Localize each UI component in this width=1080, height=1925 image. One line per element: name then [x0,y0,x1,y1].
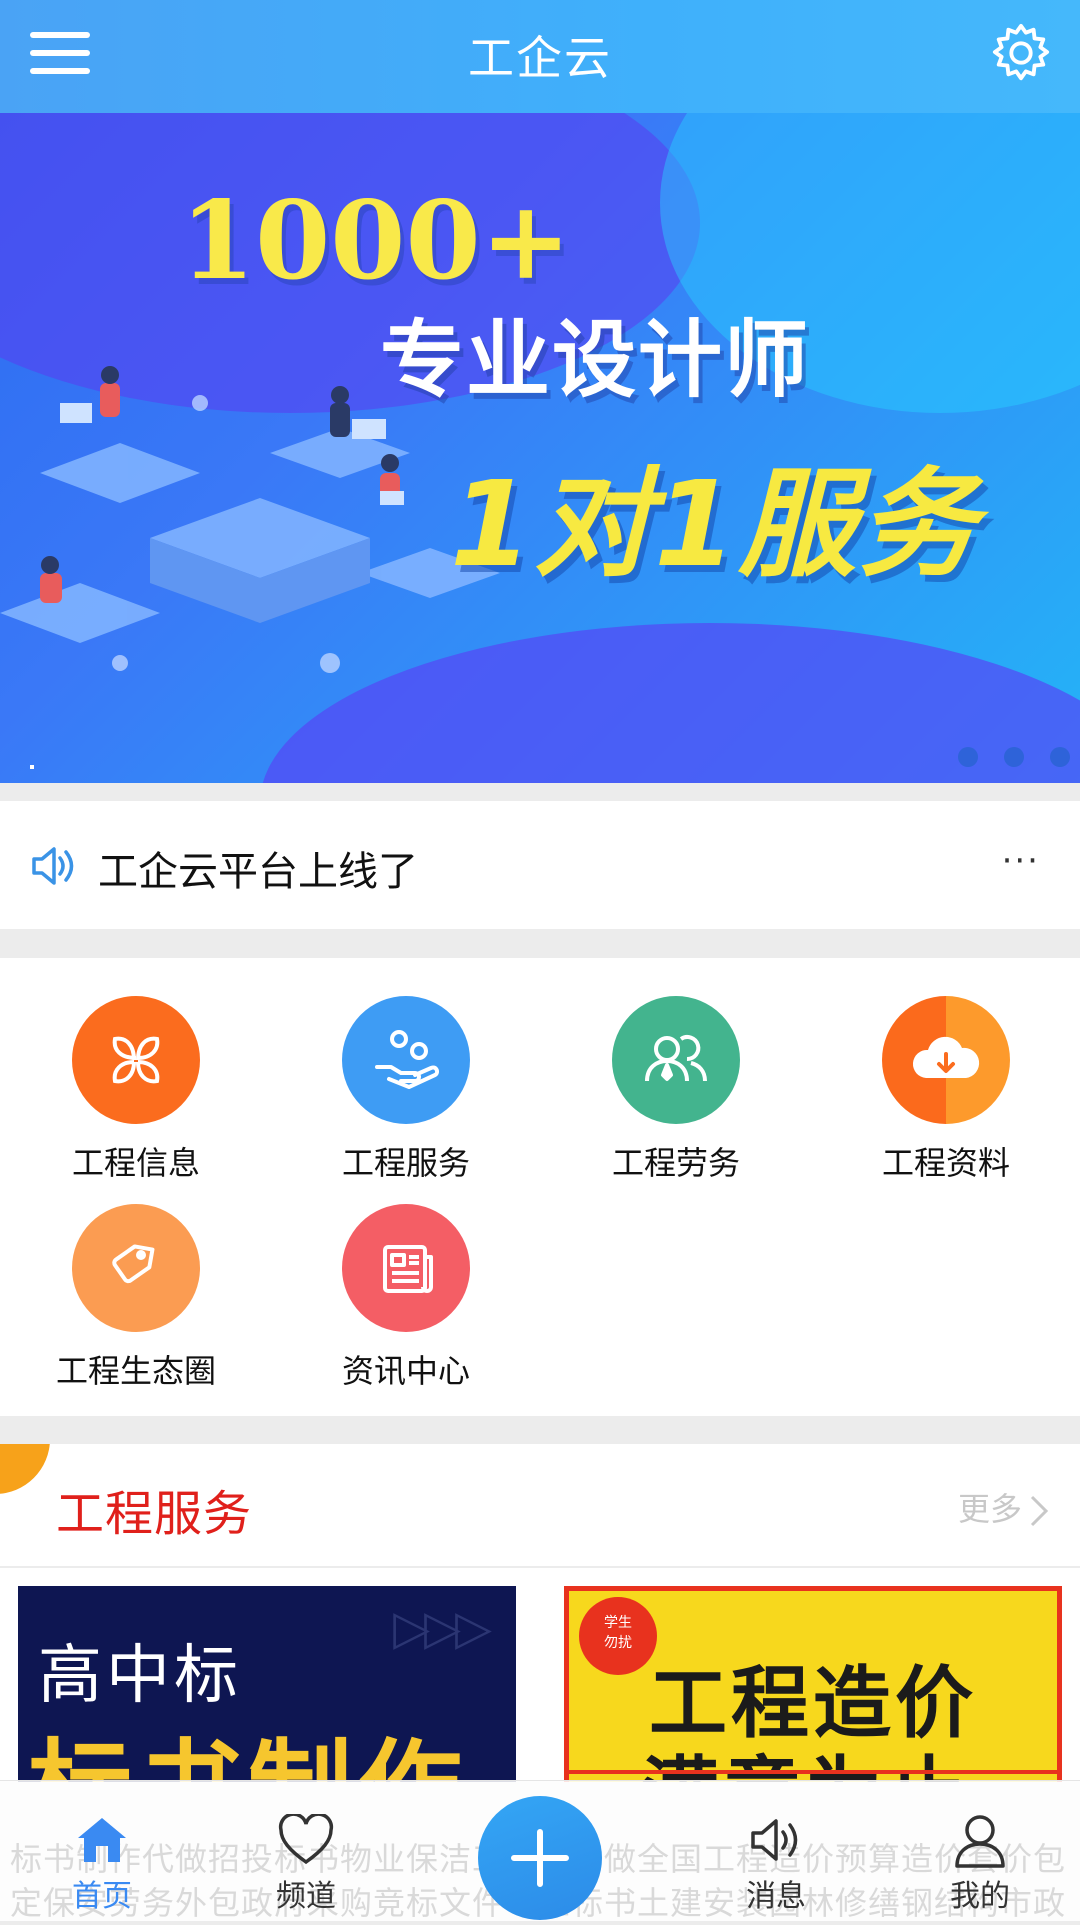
tab-label: 首页 [72,1879,132,1914]
four-leaf-icon [72,996,200,1124]
tab-label: 频道 [276,1879,336,1914]
grid-item-label: 工程服务 [341,1144,470,1182]
speaker-icon [32,847,74,885]
card-title: 高中标 [38,1639,242,1713]
grid-item-engineering-labor[interactable]: 工程劳务 [566,996,786,1184]
app-title: 工企云 [468,31,612,85]
home-icon [32,1811,172,1869]
tab-message[interactable]: 消息 [706,1811,846,1915]
heart-icon [236,1811,376,1869]
grid-item-engineering-info[interactable]: 工程信息 [26,996,246,1184]
card-subtitle: 满意为止 [641,1731,969,1782]
grid-item-label: 资讯中心 [341,1352,470,1390]
announcement-text: 工企云平台上线了 [98,849,418,895]
plus-icon [511,1829,569,1887]
card-badge: 学生 勿扰 [579,1597,657,1675]
tag-icon [72,1204,200,1332]
people-icon [612,996,740,1124]
newspaper-icon [342,1204,470,1332]
tab-channel[interactable]: 频道 [236,1811,376,1915]
more-link-label: 更多 [957,1490,1022,1528]
grid-item-news-center[interactable]: 资讯中心 [296,1204,516,1392]
grid-item-label: 工程信息 [71,1144,200,1182]
grid-item-label: 工程生态圈 [55,1352,216,1390]
speaker-icon [706,1811,846,1869]
grid-item-engineering-docs[interactable]: 工程资料 [836,996,1056,1184]
banner-subheadline: 1对1服务 [450,455,979,593]
cloud-download-icon [882,996,1010,1124]
app-header: 工企云 [0,0,1080,113]
banner-stat: 1000+ [180,178,572,304]
section-header: 工程服务 更多 [0,1444,1080,1566]
tab-label: 消息 [746,1879,806,1914]
tab-label: 我的 [950,1879,1010,1914]
grid-item-label: 工程资料 [881,1144,1010,1182]
card-subtitle: 标书制作 [28,1704,468,1782]
gear-icon[interactable] [990,22,1052,84]
hand-service-icon [342,996,470,1124]
service-cards: ▷▷▷ 高中标 标书制作 学生 勿扰 工程造价 满意为止 [0,1568,1080,1782]
banner-headline: 专业设计师 [380,311,811,409]
more-link[interactable]: 更多 [958,1484,1050,1530]
grid-item-ecosystem[interactable]: 工程生态圈 [26,1204,246,1392]
office-illustration [0,366,500,673]
tab-home[interactable]: 首页 [32,1811,172,1915]
more-options-icon[interactable]: ··· [1002,841,1040,881]
chevron-right-icon [1030,1495,1049,1527]
arrows-decoration: ▷▷▷ [393,1600,492,1656]
promo-banner[interactable]: 1000+ 专业设计师 1对1服务 [0,113,1080,783]
grid-item-label: 工程劳务 [611,1144,740,1182]
grid-item-engineering-service[interactable]: 工程服务 [296,996,516,1184]
service-card[interactable]: ▷▷▷ 高中标 标书制作 [18,1586,516,1782]
add-button[interactable] [478,1796,602,1920]
feature-grid: 工程信息 工程服务 工程劳务 工程资料 工程生态圈 资讯中心 [0,958,1080,1416]
section-title: 工程服务 [56,1486,253,1542]
user-icon [910,1811,1050,1869]
carousel-indicator[interactable] [932,747,1070,771]
announcement-bar[interactable]: 工企云平台上线了 ··· [0,801,1080,929]
tab-mine[interactable]: 我的 [910,1811,1050,1915]
service-card[interactable]: 学生 勿扰 工程造价 满意为止 [564,1586,1062,1782]
